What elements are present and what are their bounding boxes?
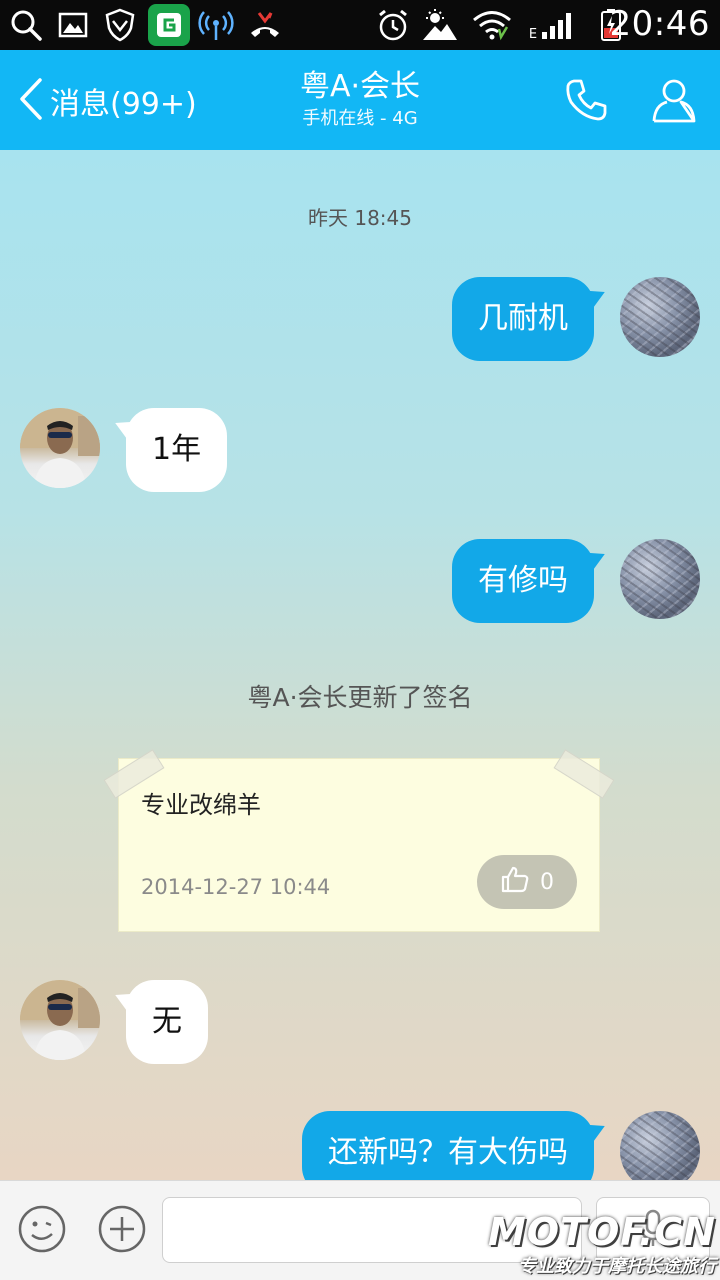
signal-broadcast-icon <box>196 8 236 42</box>
like-count: 0 <box>540 869 554 895</box>
weather-icon <box>420 8 460 42</box>
system-notice: 粤A·会长更新了签名 <box>247 683 473 712</box>
image-icon <box>56 8 90 42</box>
app-badge-icon <box>148 4 190 46</box>
status-time: 20:46 <box>609 4 710 44</box>
my-avatar[interactable] <box>620 1111 700 1180</box>
status-bar: E 20:46 <box>0 0 720 50</box>
network-type-label: E <box>528 27 538 42</box>
contact-avatar[interactable] <box>20 980 100 1060</box>
phone-icon <box>562 76 610 128</box>
thumbs-up-icon <box>500 864 530 900</box>
voice-input-button[interactable] <box>596 1197 710 1263</box>
search-icon <box>8 8 44 42</box>
contact-avatar-photo <box>20 980 100 1060</box>
chat-header: 消息(99+) 粤A·会长 手机在线 - 4G <box>0 50 720 150</box>
message-bubble-outgoing[interactable]: 有修吗 <box>452 539 594 623</box>
chat-messages-area[interactable]: 昨天 18:45 几耐机 1年 有修吗 粤A·会长更新了签名 专业改绵羊 201… <box>0 150 720 1180</box>
alarm-icon <box>374 8 412 42</box>
contact-profile-button[interactable] <box>646 74 702 130</box>
microphone-icon <box>638 1208 668 1252</box>
message-bubble-incoming[interactable]: 无 <box>126 980 208 1064</box>
contact-avatar-photo <box>20 408 100 488</box>
signature-date: 2014-12-27 10:44 <box>141 875 331 899</box>
profile-icon <box>649 75 699 129</box>
my-avatar[interactable] <box>620 539 700 619</box>
emoji-icon <box>17 1204 67 1258</box>
contact-avatar[interactable] <box>20 408 100 488</box>
wifi-icon <box>470 8 514 42</box>
message-input-bar <box>0 1180 720 1280</box>
plus-icon <box>97 1204 147 1258</box>
message-bubble-outgoing[interactable]: 还新吗？有大伤吗 <box>302 1111 594 1180</box>
my-avatar[interactable] <box>620 277 700 357</box>
missed-call-icon <box>246 8 284 42</box>
signature-card[interactable]: 专业改绵羊 2014-12-27 10:44 0 <box>103 749 615 932</box>
phone-call-button[interactable] <box>558 74 614 130</box>
cell-signal-icon: E <box>522 8 584 42</box>
back-label: 消息(99+) <box>50 87 197 122</box>
contact-title-block[interactable]: 粤A·会长 手机在线 - 4G <box>200 68 520 132</box>
shield-icon <box>102 8 138 42</box>
message-bubble-outgoing[interactable]: 几耐机 <box>452 277 594 361</box>
contact-status: 手机在线 - 4G <box>302 108 418 129</box>
emoji-button[interactable] <box>16 1205 68 1257</box>
back-chevron-icon <box>18 77 44 125</box>
add-attachment-button[interactable] <box>96 1205 148 1257</box>
message-text-field[interactable] <box>163 1198 581 1262</box>
like-button[interactable]: 0 <box>477 855 577 909</box>
contact-name: 粤A·会长 <box>299 69 421 104</box>
message-input[interactable] <box>162 1197 582 1263</box>
signature-text: 专业改绵羊 <box>141 791 261 819</box>
message-timestamp: 昨天 18:45 <box>308 206 412 230</box>
message-bubble-incoming[interactable]: 1年 <box>126 408 228 492</box>
tape-decoration <box>553 749 615 799</box>
back-button[interactable]: 消息(99+) <box>18 78 197 124</box>
